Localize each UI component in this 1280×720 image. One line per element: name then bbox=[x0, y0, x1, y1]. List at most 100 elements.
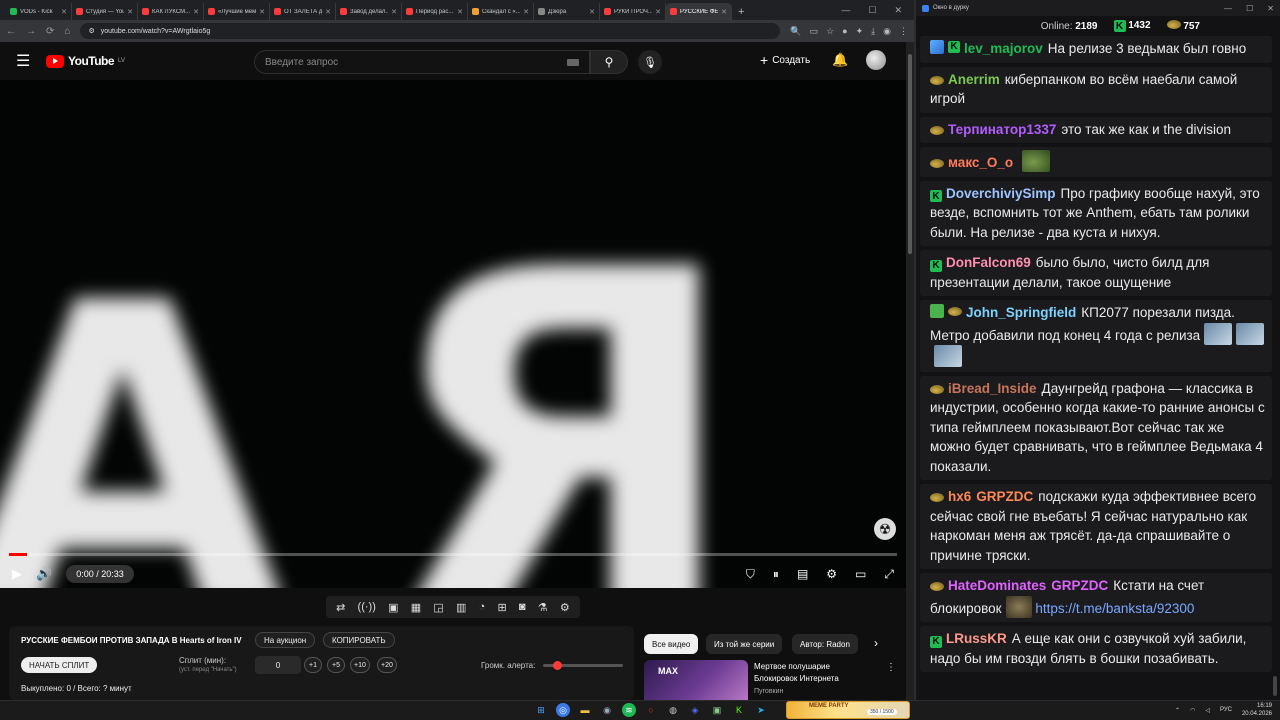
pip-icon[interactable]: ◲ bbox=[433, 601, 443, 614]
grid-icon[interactable]: ▥ bbox=[456, 601, 466, 614]
chip-same-series[interactable]: Из той же серии bbox=[706, 634, 783, 654]
chat-username[interactable]: LRussKR bbox=[946, 631, 1007, 646]
chip-all-videos[interactable]: Все видео bbox=[644, 634, 699, 654]
step-plus-10-button[interactable]: +10 bbox=[350, 657, 370, 673]
search-input[interactable]: Введите запрос bbox=[254, 50, 590, 74]
browser-tab[interactable]: РУКИ ПРОЧ... ✕ bbox=[600, 3, 666, 20]
step-plus-1-button[interactable]: +1 bbox=[304, 657, 322, 673]
keyboard-icon[interactable] bbox=[567, 58, 579, 66]
profile-icon[interactable]: ◉ bbox=[883, 26, 891, 37]
chat-username[interactable]: iBread_Inside bbox=[948, 381, 1037, 396]
tab-close-icon[interactable]: ✕ bbox=[325, 8, 331, 16]
chat-username[interactable]: Терпинатор1337 bbox=[948, 122, 1056, 137]
hamburger-menu-icon[interactable]: ☰ bbox=[16, 51, 46, 71]
close-icon[interactable]: ✕ bbox=[1267, 4, 1274, 13]
voice-search-button[interactable]: 🎙 bbox=[638, 50, 662, 74]
chrome-icon[interactable]: ◎ bbox=[556, 703, 570, 717]
steam-icon[interactable]: ◉ bbox=[600, 703, 614, 717]
back-icon[interactable]: ← bbox=[6, 26, 16, 37]
opera-icon[interactable]: ○ bbox=[644, 703, 658, 717]
video-player[interactable]: А Я ☢ ▶ 🔊 0:00 / 20:33 ⛉ ⏸ ▤ ⚙ ▭ ⤢ bbox=[0, 80, 906, 588]
browser-tab[interactable]: VODs - Kick ✕ bbox=[6, 3, 72, 20]
chat-link[interactable]: https://t.me/banksta/92300 bbox=[1035, 601, 1194, 616]
tab-close-icon[interactable]: ✕ bbox=[193, 8, 199, 16]
play-icon[interactable]: ▶ bbox=[12, 566, 22, 582]
chat-username[interactable]: John_Springfield bbox=[966, 305, 1076, 320]
minimize-icon[interactable]: — bbox=[841, 5, 850, 16]
minimize-icon[interactable]: — bbox=[1224, 4, 1232, 13]
browser-tab[interactable]: КАК ЛУКСМ... ✕ bbox=[138, 3, 204, 20]
keyboard-language[interactable]: РУС bbox=[1220, 707, 1232, 713]
chat-scrollbar[interactable] bbox=[1272, 36, 1278, 700]
puzzle-icon[interactable]: ✦ bbox=[856, 26, 864, 37]
chat-mention[interactable]: GRPZDC bbox=[1051, 578, 1108, 593]
flask-icon[interactable]: ⚗ bbox=[538, 601, 548, 614]
recommendation-thumbnail[interactable]: MAX bbox=[644, 660, 748, 700]
browser-tab[interactable]: Студия — YouTube✕ bbox=[72, 3, 138, 20]
recommendation-title[interactable]: Мертвое полушарие Блокировок Интернета bbox=[754, 661, 874, 685]
page-scrollbar-thumb[interactable] bbox=[908, 54, 912, 254]
chat-username[interactable]: HateDominates bbox=[948, 578, 1046, 593]
browser-tab[interactable]: ОТ ЗАЛЕТА д...✕ bbox=[270, 3, 336, 20]
settings-gear-icon[interactable]: ⚙ bbox=[826, 567, 837, 581]
autoplay-toggle-icon[interactable]: ⏸ bbox=[773, 567, 779, 582]
start-split-button[interactable]: НАЧАТЬ СПЛИТ bbox=[21, 657, 98, 673]
browser-tab[interactable]: Завод делал... ✕ bbox=[336, 3, 402, 20]
chat-message-list[interactable]: Klev_majorov На релизе 3 ведьмак был говн… bbox=[916, 36, 1280, 692]
site-info-icon[interactable]: ⚙ bbox=[88, 27, 94, 35]
browser-tab[interactable]: РУССКИЕ ФЕМ...✕ bbox=[666, 3, 732, 20]
obs-icon[interactable]: ◍ bbox=[666, 703, 680, 717]
home-icon[interactable]: ⌂ bbox=[64, 26, 70, 37]
chat-username[interactable]: макс_О_о bbox=[948, 155, 1013, 170]
volume-icon[interactable]: 🔊 bbox=[36, 566, 52, 582]
new-tab-icon[interactable]: + bbox=[732, 6, 750, 20]
page-scrollbar[interactable] bbox=[906, 42, 914, 700]
reload-icon[interactable]: ⟳ bbox=[46, 26, 54, 37]
search-button[interactable]: ⚲ bbox=[590, 50, 628, 74]
url-field[interactable]: ⚙ youtube.com/watch?v=AWrgtlaio5g bbox=[80, 23, 781, 39]
zoom-icon[interactable]: 🔍 bbox=[790, 26, 801, 37]
chevron-right-icon[interactable]: › bbox=[874, 636, 878, 650]
wifi-icon[interactable]: ◠ bbox=[1190, 707, 1195, 714]
notifications-bell-icon[interactable]: 🔔 bbox=[832, 52, 848, 68]
discord-icon[interactable]: ◈ bbox=[688, 703, 702, 717]
browser-tab[interactable]: Скандал с «... ✕ bbox=[468, 3, 534, 20]
start-windows-icon[interactable]: ⊞ bbox=[534, 703, 548, 717]
tab-close-icon[interactable]: ✕ bbox=[259, 8, 265, 16]
tab-close-icon[interactable]: ✕ bbox=[589, 8, 595, 16]
auction-button[interactable]: На аукцион bbox=[255, 632, 316, 648]
browser-tab[interactable]: Дзюра ✕ bbox=[534, 3, 600, 20]
bookmark-star-icon[interactable]: ☆ bbox=[826, 26, 834, 37]
maximize-icon[interactable]: ☐ bbox=[1246, 4, 1253, 13]
maximize-icon[interactable]: ☐ bbox=[868, 5, 876, 16]
alert-volume-knob[interactable] bbox=[552, 661, 562, 670]
chat-username[interactable]: DoverchiviySimp bbox=[946, 186, 1056, 201]
folder-icon[interactable]: ▬ bbox=[578, 703, 592, 717]
add-icon[interactable]: ⊞ bbox=[497, 601, 506, 614]
chat-username[interactable]: hx6 bbox=[948, 489, 971, 504]
recommendation-channel[interactable]: Пуговкин bbox=[754, 688, 783, 695]
browser-tab[interactable]: «Лучшие мем...✕ bbox=[204, 3, 270, 20]
chat-scrollbar-thumb[interactable] bbox=[1273, 676, 1277, 696]
more-options-icon[interactable]: ⋮ bbox=[886, 662, 896, 673]
chat-mention[interactable]: GRPZDC bbox=[976, 489, 1033, 504]
audio-wave-icon[interactable]: ((·)) bbox=[358, 601, 376, 613]
split-minutes-input[interactable]: 0 bbox=[255, 656, 301, 674]
extension-icon[interactable]: ● bbox=[842, 26, 847, 37]
subtitles-icon[interactable]: ▤ bbox=[797, 567, 808, 581]
video-progress-bar[interactable] bbox=[9, 553, 897, 556]
browser-tab[interactable]: Период рас... ✕ bbox=[402, 3, 468, 20]
tab-close-icon[interactable]: ✕ bbox=[391, 8, 397, 16]
menu-icon[interactable]: ⋮ bbox=[899, 26, 908, 37]
forward-icon[interactable]: → bbox=[26, 26, 36, 37]
screenshot-camera-icon[interactable]: ◙ bbox=[519, 601, 526, 613]
chip-author[interactable]: Автор: Radon bbox=[792, 634, 858, 654]
close-icon[interactable]: ✕ bbox=[894, 5, 902, 16]
theater-mode-icon[interactable]: ▭ bbox=[855, 567, 866, 581]
create-button[interactable]: + Создать bbox=[760, 52, 810, 68]
clock[interactable]: 16:19 20.04.2026 bbox=[1242, 702, 1272, 718]
speed-icon[interactable]: ◔ bbox=[479, 601, 486, 613]
shield-icon[interactable]: ⛉ bbox=[746, 567, 755, 582]
film-strip-icon[interactable]: ▦ bbox=[411, 601, 421, 614]
terminal-icon[interactable]: ▣ bbox=[710, 703, 724, 717]
